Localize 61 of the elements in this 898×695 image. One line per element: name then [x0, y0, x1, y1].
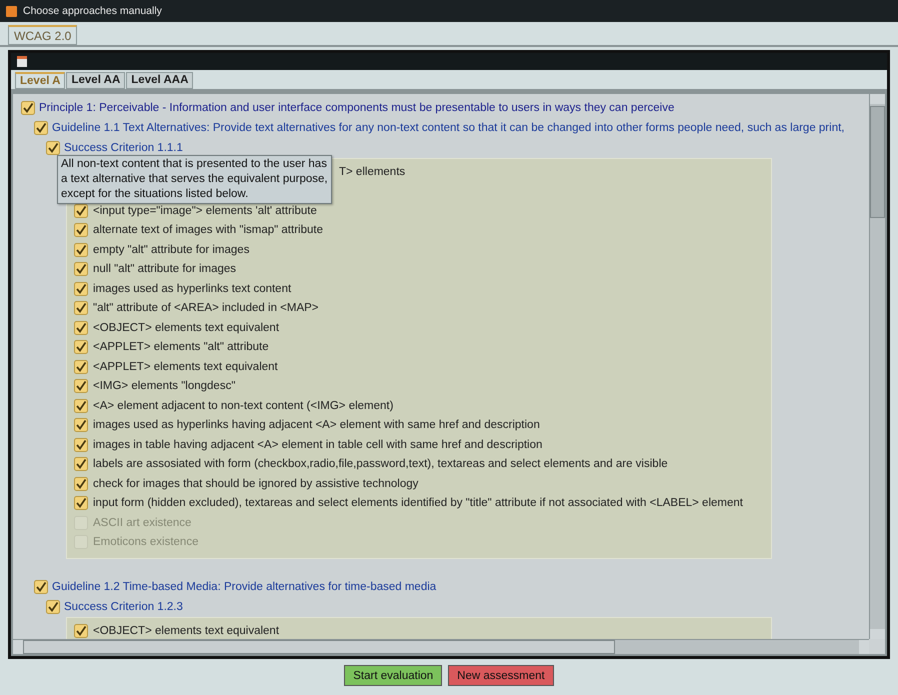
check-item-label: Emoticons existence — [93, 536, 198, 548]
check-item-label: images in table having adjacent <A> element in table cell with same href and description — [93, 438, 542, 451]
check-item-label: images used as hyperlinks text content — [93, 282, 292, 295]
check-item-label: <OBJECT> elements text equivalent — [93, 624, 280, 637]
check-item-label: <APPLET> elements text equivalent — [93, 360, 278, 373]
checkbox[interactable] — [34, 580, 48, 594]
checkbox[interactable] — [74, 242, 88, 257]
checkbox[interactable] — [74, 624, 88, 638]
scroll-thumb[interactable] — [23, 640, 615, 654]
document-icon[interactable] — [17, 56, 27, 67]
check-item-label: null "alt" attribute for images — [93, 263, 236, 276]
checkbox[interactable] — [21, 101, 35, 115]
tree-item-label: Guideline 1.1 Text Alternatives: Provide text alternatives for any non-text content so that it can be changed into other forms people need, such as large print, — [52, 122, 844, 134]
check-item-label: ASCII art existence — [93, 516, 192, 529]
check-item-label: "alt" attribute of <AREA> included in <MAP> — [93, 302, 319, 314]
check-item-label: labels are assosiated with form (checkbox,radio,file,password,text), textareas and select elements and are visible — [93, 458, 668, 470]
check-item-label: images used as hyperlinks having adjacent <A> element with same href and description — [93, 419, 540, 432]
checkbox[interactable] — [74, 476, 88, 491]
checkbox[interactable] — [74, 418, 88, 432]
check-item-label: <IMG> elements "longdesc" — [93, 380, 236, 392]
check-item-label: <input type="image"> elements 'alt' attribute — [93, 204, 317, 217]
checkbox[interactable] — [46, 600, 60, 614]
checkbox[interactable] — [74, 379, 88, 394]
tooltip: All non-text content that is presented to the user has a text alternative that serves the equivalent purpose, except for the situations listed below. — [57, 155, 332, 204]
checkbox[interactable] — [74, 457, 88, 472]
checkbox[interactable] — [74, 282, 88, 296]
checkbox[interactable] — [74, 262, 88, 276]
check-item-label: <OBJECT> elements text equivalent — [93, 322, 280, 334]
checkbox[interactable] — [34, 121, 48, 135]
checkbox[interactable] — [74, 496, 88, 510]
tab[interactable]: Level AAA — [126, 72, 194, 89]
tree-item-label: Success Criterion 1.1.1 — [64, 142, 183, 154]
checkbox[interactable] — [74, 398, 88, 413]
check-item-label: T> ellements — [339, 166, 406, 178]
vertical-scrollbar[interactable] — [869, 94, 885, 639]
check-item-label: alternate text of images with "ismap" attribute — [93, 224, 323, 236]
scroll-thumb[interactable] — [870, 106, 885, 218]
checkbox[interactable] — [74, 223, 88, 238]
window-title: Choose approaches manually — [23, 5, 162, 17]
tree-item-label: Success Criterion 1.2.3 — [64, 601, 183, 613]
check-item-label: input form (hidden excluded), textareas and select elements identified by "title" attribute if not associated with <LABEL> element — [93, 497, 743, 510]
check-item-label: check for images that should be ignored by assistive technology — [93, 478, 418, 490]
checkbox[interactable] — [74, 301, 88, 316]
checkbox[interactable] — [74, 438, 88, 452]
check-item-label: <APPLET> elements "alt" attribute — [93, 341, 269, 354]
check-item-label: empty "alt" attribute for images — [93, 244, 250, 256]
app-icon — [6, 6, 17, 16]
tree-item-label: Principle 1: Perceivable - Information and user interface components must be presentable to users in ways they can perceive — [39, 102, 674, 114]
checkbox[interactable] — [74, 204, 88, 218]
checkbox[interactable] — [74, 340, 88, 354]
tab[interactable]: Level AA — [66, 72, 126, 89]
tab[interactable]: WCAG 2.0 — [8, 25, 78, 45]
new-button[interactable]: New assessment — [448, 665, 554, 686]
start-button[interactable]: Start evaluation — [344, 665, 442, 686]
horizontal-scrollbar[interactable] — [13, 639, 869, 654]
checkbox[interactable] — [46, 141, 60, 155]
checkbox[interactable] — [74, 320, 88, 335]
check-item-label: <A> element adjacent to non-text content (<IMG> element) — [93, 400, 394, 412]
tab[interactable]: Level A — [15, 72, 66, 89]
tree-item-label: Guideline 1.2 Time-based Media: Provide alternatives for time-based media — [52, 581, 436, 593]
checkbox[interactable] — [74, 360, 88, 374]
